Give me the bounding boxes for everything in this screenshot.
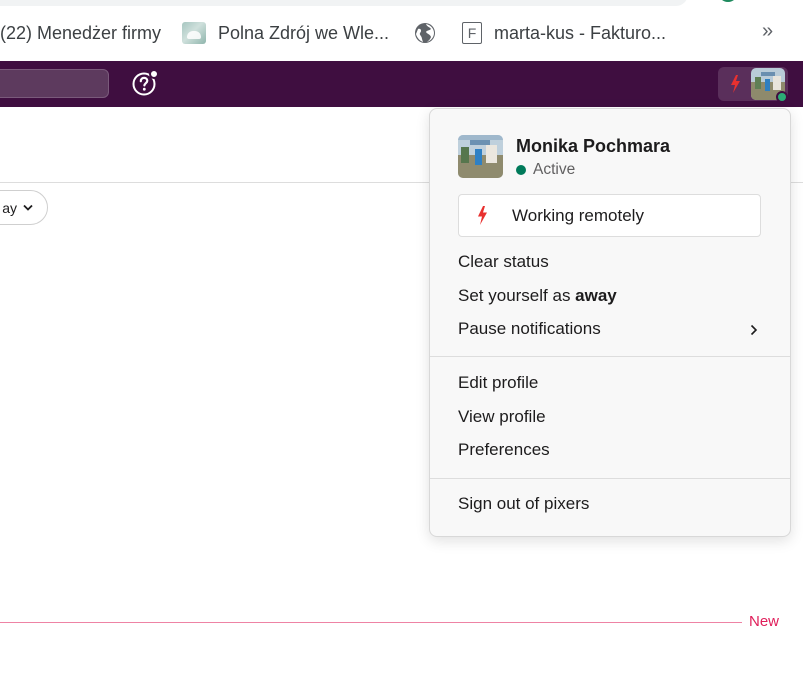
help-button[interactable] <box>131 69 159 97</box>
f-letter-favicon-icon: F <box>462 22 482 44</box>
chevron-down-icon <box>23 204 33 211</box>
pause-notifications-item[interactable]: Pause notifications <box>458 319 601 339</box>
bookmark-menedzer-firmy[interactable]: (22) Menedżer firmy <box>0 20 161 46</box>
set-away-prefix: Set yourself as <box>458 286 576 305</box>
sign-out-item[interactable]: Sign out of pixers <box>458 494 589 514</box>
notification-dot <box>149 69 159 79</box>
filter-label: ay <box>2 199 17 216</box>
avatar <box>458 135 503 178</box>
browser-bookmarks-bar: (22) Menedżer firmy Polna Zdrój we Wle..… <box>0 0 803 60</box>
set-away-bold: away <box>575 286 617 305</box>
status-text: Working remotely <box>512 205 644 225</box>
bookmark-polna-zdroj[interactable]: Polna Zdrój we Wle... <box>182 20 389 46</box>
presence-label: Active <box>533 161 576 178</box>
presence-status: Active <box>516 161 575 179</box>
new-messages-label: New <box>749 613 780 630</box>
menu-divider <box>430 478 790 479</box>
bookmark-fakturownia[interactable]: F marta-kus - Fakturo... <box>462 20 666 46</box>
address-bar-edge[interactable] <box>0 0 688 6</box>
workspace-top-bar <box>0 61 803 107</box>
clear-status-item[interactable]: Clear status <box>458 252 549 272</box>
globe-icon <box>414 22 436 44</box>
edit-profile-item[interactable]: Edit profile <box>458 373 538 393</box>
presence-indicator <box>776 91 788 103</box>
bookmark-label: Polna Zdrój we Wle... <box>218 22 390 43</box>
site-image-favicon-icon <box>182 22 206 44</box>
preferences-item[interactable]: Preferences <box>458 440 550 460</box>
filter-dropdown[interactable]: ay <box>0 190 48 225</box>
chevron-right-icon <box>750 324 758 336</box>
user-name: Monika Pochmara <box>516 136 671 156</box>
view-profile-item[interactable]: View profile <box>458 407 546 427</box>
user-menu: Monika Pochmara Active Working remotely … <box>429 108 791 537</box>
lightning-icon <box>459 206 505 225</box>
new-messages-divider <box>0 622 742 623</box>
bookmark-label: marta-kus - Fakturo... <box>494 22 667 43</box>
bookmark-globe[interactable] <box>414 20 448 46</box>
browser-profile-edge[interactable] <box>718 0 738 2</box>
lightning-icon <box>729 75 741 98</box>
more-bookmarks-chevron-icon[interactable]: » <box>762 20 773 43</box>
bookmark-label: (22) Menedżer firmy <box>0 22 162 43</box>
menu-divider <box>430 356 790 357</box>
set-away-item[interactable]: Set yourself as away <box>458 286 617 306</box>
search-input[interactable] <box>0 69 109 98</box>
user-menu-button[interactable] <box>718 67 788 103</box>
active-dot-icon <box>516 165 526 175</box>
status-field[interactable]: Working remotely <box>458 194 761 237</box>
